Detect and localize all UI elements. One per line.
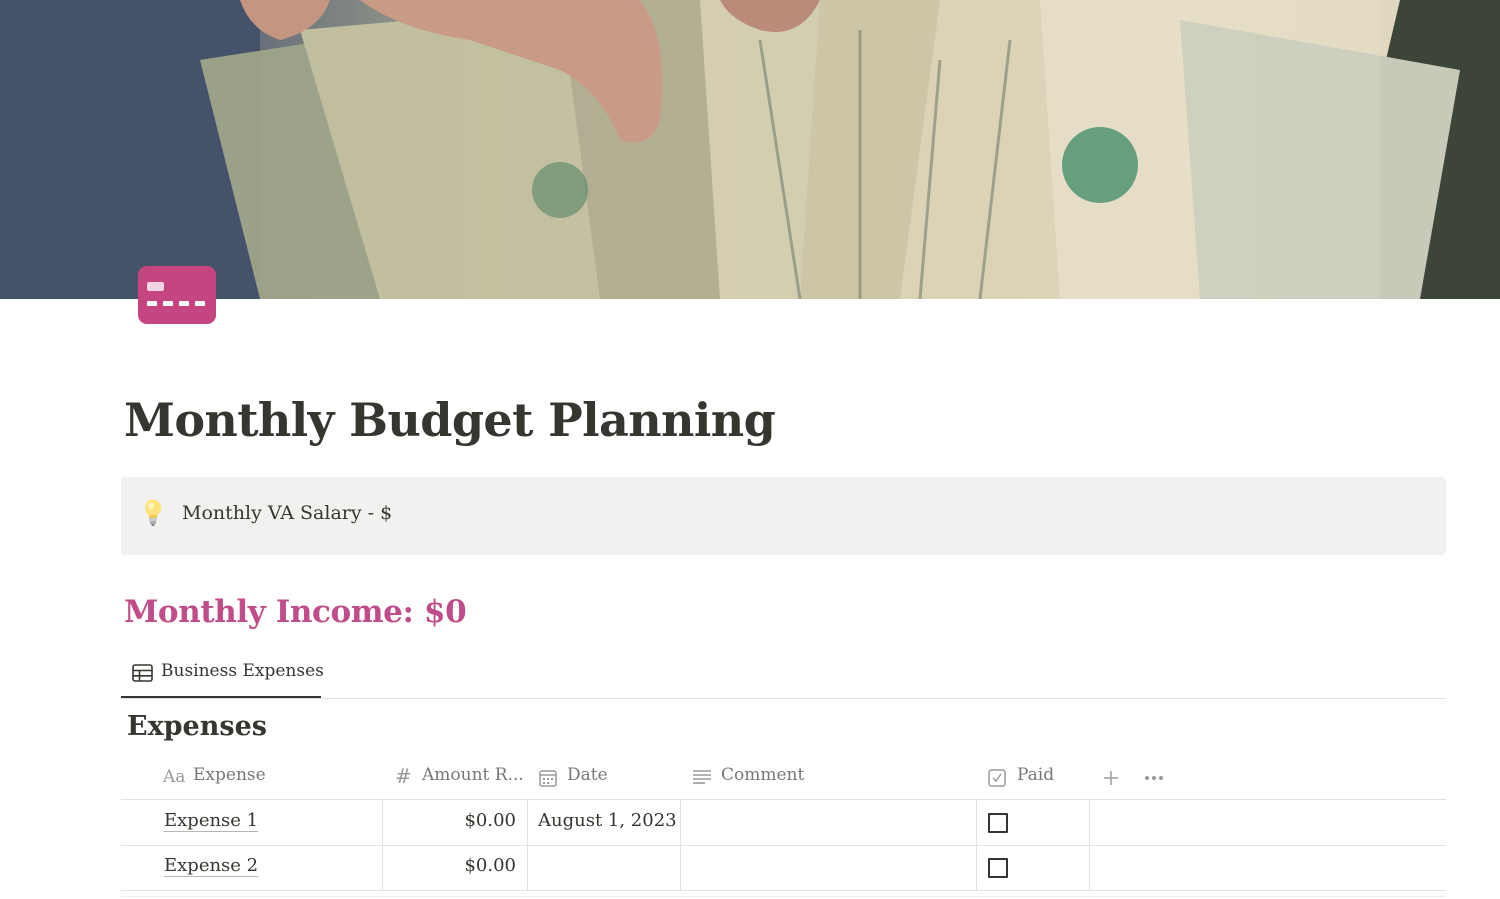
expense-cell[interactable]: Expense 2 bbox=[121, 845, 383, 890]
column-label: Amount R... bbox=[422, 765, 524, 785]
date-cell[interactable] bbox=[528, 845, 681, 890]
view-tabs: Business Expenses bbox=[121, 652, 1446, 699]
lines-icon bbox=[693, 770, 711, 784]
paid-cell[interactable] bbox=[977, 845, 1090, 890]
column-header-comment[interactable]: Comment bbox=[680, 754, 976, 799]
comment-cell[interactable] bbox=[681, 845, 977, 890]
column-label: Comment bbox=[721, 765, 805, 785]
credit-card-icon[interactable] bbox=[138, 266, 216, 324]
column-label: Paid bbox=[1017, 765, 1055, 785]
more-icon[interactable] bbox=[1144, 775, 1164, 781]
column-header-paid[interactable]: Paid bbox=[976, 754, 1089, 799]
column-header-amount[interactable]: # Amount R... bbox=[382, 754, 527, 799]
table-bottom-divider bbox=[121, 896, 1446, 897]
monthly-income-heading[interactable]: Monthly Income: $0 bbox=[124, 594, 467, 630]
plus-icon[interactable] bbox=[1103, 770, 1119, 786]
card-number-dash bbox=[179, 301, 189, 306]
amount-value: $0.00 bbox=[464, 810, 516, 831]
paid-cell[interactable] bbox=[977, 800, 1090, 845]
column-label: Date bbox=[567, 765, 608, 785]
callout-block[interactable]: Monthly VA Salary - $ bbox=[121, 477, 1446, 555]
cover-image bbox=[0, 0, 1500, 299]
paid-checkbox[interactable] bbox=[988, 813, 1008, 833]
expense-name[interactable]: Expense 2 bbox=[164, 855, 259, 877]
card-chip bbox=[147, 282, 164, 291]
tab-label: Business Expenses bbox=[161, 661, 324, 681]
callout-text[interactable]: Monthly VA Salary - $ bbox=[182, 502, 392, 524]
card-number-dash bbox=[163, 301, 173, 306]
cover-illustration bbox=[0, 0, 1500, 299]
table-row[interactable]: Expense 2 $0.00 bbox=[121, 845, 1446, 891]
expense-cell[interactable]: Expense 1 bbox=[121, 800, 383, 845]
comment-cell[interactable] bbox=[681, 800, 977, 845]
amount-cell[interactable]: $0.00 bbox=[383, 845, 528, 890]
date-cell[interactable]: August 1, 2023 bbox=[528, 800, 681, 845]
table-header: Aa Expense # Amount R... Date Comment Pa… bbox=[121, 754, 1446, 800]
card-number-dash bbox=[195, 301, 205, 306]
expense-name[interactable]: Expense 1 bbox=[164, 810, 259, 832]
amount-cell[interactable]: $0.00 bbox=[383, 800, 528, 845]
calendar-icon bbox=[539, 770, 557, 787]
table-icon bbox=[132, 664, 153, 682]
page-title[interactable]: Monthly Budget Planning bbox=[124, 393, 776, 447]
table-row[interactable]: Expense 1 $0.00 August 1, 2023 bbox=[121, 800, 1446, 846]
checkbox-property-icon bbox=[988, 769, 1006, 787]
column-header-expense[interactable]: Aa Expense bbox=[121, 754, 382, 799]
card-number-dash bbox=[147, 301, 157, 306]
database-title[interactable]: Expenses bbox=[127, 711, 267, 742]
column-header-date[interactable]: Date bbox=[527, 754, 680, 799]
number-property-icon: # bbox=[395, 764, 412, 788]
text-property-icon: Aa bbox=[163, 767, 186, 787]
lightbulb-icon bbox=[145, 499, 161, 526]
expenses-table: Aa Expense # Amount R... Date Comment Pa… bbox=[121, 754, 1446, 899]
column-label: Expense bbox=[193, 765, 266, 785]
amount-value: $0.00 bbox=[464, 855, 516, 876]
paid-checkbox[interactable] bbox=[988, 858, 1008, 878]
tab-business-expenses[interactable]: Business Expenses bbox=[121, 652, 324, 698]
date-value: August 1, 2023 bbox=[538, 810, 677, 831]
